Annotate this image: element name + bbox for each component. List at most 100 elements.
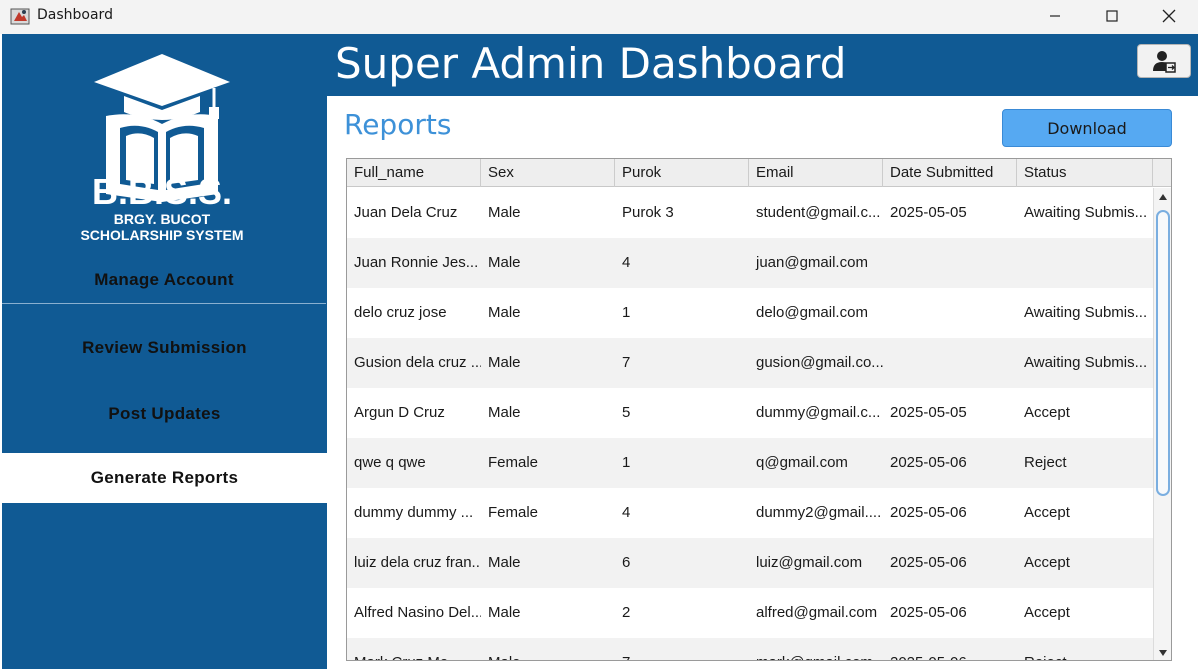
column-header-status[interactable]: Status: [1017, 159, 1153, 187]
column-header-sex[interactable]: Sex: [481, 159, 615, 187]
cell-email[interactable]: luiz@gmail.com: [749, 538, 883, 588]
cell-sex[interactable]: Male: [481, 638, 615, 660]
cell-full-name[interactable]: Juan Dela Cruz: [347, 188, 481, 238]
cell-full-name[interactable]: Gusion dela cruz ...: [347, 338, 481, 388]
column-header-date-submitted[interactable]: Date Submitted: [883, 159, 1017, 187]
reports-table: Full_name Sex Purok Email Date Submitted…: [346, 158, 1172, 661]
close-icon: [1162, 9, 1176, 23]
maximize-button[interactable]: [1083, 0, 1141, 32]
cell-full-name[interactable]: Juan Ronnie Jes...: [347, 238, 481, 288]
minimize-icon: [1050, 15, 1060, 17]
cell-purok[interactable]: 2: [615, 588, 749, 638]
cell-purok[interactable]: 6: [615, 538, 749, 588]
cell-full-name[interactable]: Argun D Cruz: [347, 388, 481, 438]
cell-sex[interactable]: Male: [481, 388, 615, 438]
cell-sex[interactable]: Male: [481, 288, 615, 338]
cell-date-submitted[interactable]: 2025-05-05: [883, 388, 1017, 438]
cell-email[interactable]: q@gmail.com: [749, 438, 883, 488]
table-row[interactable]: luiz dela cruz fran... Male 6 luiz@gmail.co…: [347, 538, 1153, 588]
graduation-cap-book-logo: B.B.S.S. BRGY. BUCOT SCHOLARSHIP SYSTEM: [62, 44, 272, 254]
table-row[interactable]: Juan Dela Cruz Male Purok 3 student@gmail.c…: [347, 188, 1153, 238]
section-title: Reports: [344, 108, 452, 141]
sidebar-item-review-submission[interactable]: Review Submission: [2, 323, 327, 373]
cell-sex[interactable]: Male: [481, 588, 615, 638]
cell-full-name[interactable]: qwe q qwe: [347, 438, 481, 488]
cell-purok[interactable]: 4: [615, 238, 749, 288]
scrollbar-thumb[interactable]: [1156, 210, 1170, 496]
cell-purok[interactable]: 5: [615, 388, 749, 438]
table-row[interactable]: delo cruz jose Male 1 delo@gmail.com Awaitin…: [347, 288, 1153, 338]
cell-email[interactable]: gusion@gmail.co...: [749, 338, 883, 388]
cell-date-submitted[interactable]: 2025-05-05: [883, 188, 1017, 238]
cell-status[interactable]: Accept: [1017, 488, 1153, 538]
window-titlebar: Dashboard: [0, 0, 1198, 34]
table-row[interactable]: Gusion dela cruz ... Male 7 gusion@gmail.co…: [347, 338, 1153, 388]
window-title: Dashboard: [37, 7, 113, 23]
cell-email[interactable]: dummy@gmail.c...: [749, 388, 883, 438]
cell-date-submitted[interactable]: 2025-05-06: [883, 488, 1017, 538]
cell-date-submitted[interactable]: 2025-05-06: [883, 588, 1017, 638]
cell-sex[interactable]: Female: [481, 438, 615, 488]
cell-status[interactable]: Accept: [1017, 388, 1153, 438]
cell-sex[interactable]: Male: [481, 238, 615, 288]
cell-email[interactable]: delo@gmail.com: [749, 288, 883, 338]
cell-email[interactable]: student@gmail.c...: [749, 188, 883, 238]
java-app-icon: [10, 6, 30, 26]
scroll-down-arrow-icon[interactable]: [1154, 644, 1171, 660]
cell-sex[interactable]: Male: [481, 188, 615, 238]
cell-date-submitted[interactable]: [883, 288, 1017, 338]
cell-date-submitted[interactable]: [883, 238, 1017, 288]
cell-status[interactable]: Reject: [1017, 438, 1153, 488]
cell-full-name[interactable]: luiz dela cruz fran...: [347, 538, 481, 588]
download-button[interactable]: Download: [1002, 109, 1172, 147]
cell-purok[interactable]: 7: [615, 338, 749, 388]
cell-date-submitted[interactable]: [883, 338, 1017, 388]
cell-date-submitted[interactable]: 2025-05-06: [883, 438, 1017, 488]
cell-full-name[interactable]: delo cruz jose: [347, 288, 481, 338]
table-row[interactable]: qwe q qwe Female 1 q@gmail.com 2025-05-06 Rej…: [347, 438, 1153, 488]
cell-status[interactable]: Awaiting Submis...: [1017, 288, 1153, 338]
vertical-scrollbar[interactable]: [1153, 188, 1171, 660]
sidebar-item-post-updates[interactable]: Post Updates: [2, 389, 327, 439]
column-header-email[interactable]: Email: [749, 159, 883, 187]
column-header-purok[interactable]: Purok: [615, 159, 749, 187]
cell-purok[interactable]: 4: [615, 488, 749, 538]
cell-date-submitted[interactable]: 2025-05-06: [883, 638, 1017, 660]
cell-full-name[interactable]: Mark Cruz Mo...: [347, 638, 481, 660]
user-logout-button[interactable]: [1137, 44, 1191, 78]
cell-status[interactable]: Awaiting Submis...: [1017, 338, 1153, 388]
cell-purok[interactable]: Purok 3: [615, 188, 749, 238]
table-header-corner: [1153, 159, 1171, 187]
cell-full-name[interactable]: dummy dummy ...: [347, 488, 481, 538]
table-row[interactable]: Juan Ronnie Jes... Male 4 juan@gmail.com: [347, 238, 1153, 288]
cell-email[interactable]: alfred@gmail.com: [749, 588, 883, 638]
cell-sex[interactable]: Female: [481, 488, 615, 538]
cell-date-submitted[interactable]: 2025-05-06: [883, 538, 1017, 588]
sidebar-item-generate-reports[interactable]: Generate Reports: [2, 453, 327, 503]
logo-line1: BRGY. BUCOT: [114, 211, 211, 227]
table-row[interactable]: dummy dummy ... Female 4 dummy2@gmail.... 20…: [347, 488, 1153, 538]
cell-status[interactable]: Accept: [1017, 588, 1153, 638]
close-button[interactable]: [1140, 0, 1198, 32]
cell-email[interactable]: mark@gmail.com: [749, 638, 883, 660]
minimize-button[interactable]: [1026, 0, 1084, 32]
scroll-up-arrow-icon[interactable]: [1154, 188, 1171, 206]
sidebar-item-manage-account[interactable]: Manage Account: [2, 256, 326, 304]
cell-status[interactable]: Reject: [1017, 638, 1153, 660]
cell-email[interactable]: juan@gmail.com: [749, 238, 883, 288]
cell-full-name[interactable]: Alfred Nasino Del...: [347, 588, 481, 638]
table-row[interactable]: Alfred Nasino Del... Male 2 alfred@gmail.co…: [347, 588, 1153, 638]
table-row[interactable]: Mark Cruz Mo...Male7mark@gmail.com2025-0…: [347, 638, 1153, 660]
cell-purok[interactable]: 7: [615, 638, 749, 660]
cell-status[interactable]: Accept: [1017, 538, 1153, 588]
column-header-full-name[interactable]: Full_name: [347, 159, 481, 187]
cell-email[interactable]: dummy2@gmail....: [749, 488, 883, 538]
cell-sex[interactable]: Male: [481, 538, 615, 588]
cell-status[interactable]: Awaiting Submis...: [1017, 188, 1153, 238]
cell-sex[interactable]: Male: [481, 338, 615, 388]
cell-purok[interactable]: 1: [615, 288, 749, 338]
table-row[interactable]: Argun D Cruz Male 5 dummy@gmail.c... 2025-05…: [347, 388, 1153, 438]
table-header: Full_name Sex Purok Email Date Submitted…: [347, 159, 1153, 187]
cell-purok[interactable]: 1: [615, 438, 749, 488]
cell-status[interactable]: [1017, 238, 1153, 288]
